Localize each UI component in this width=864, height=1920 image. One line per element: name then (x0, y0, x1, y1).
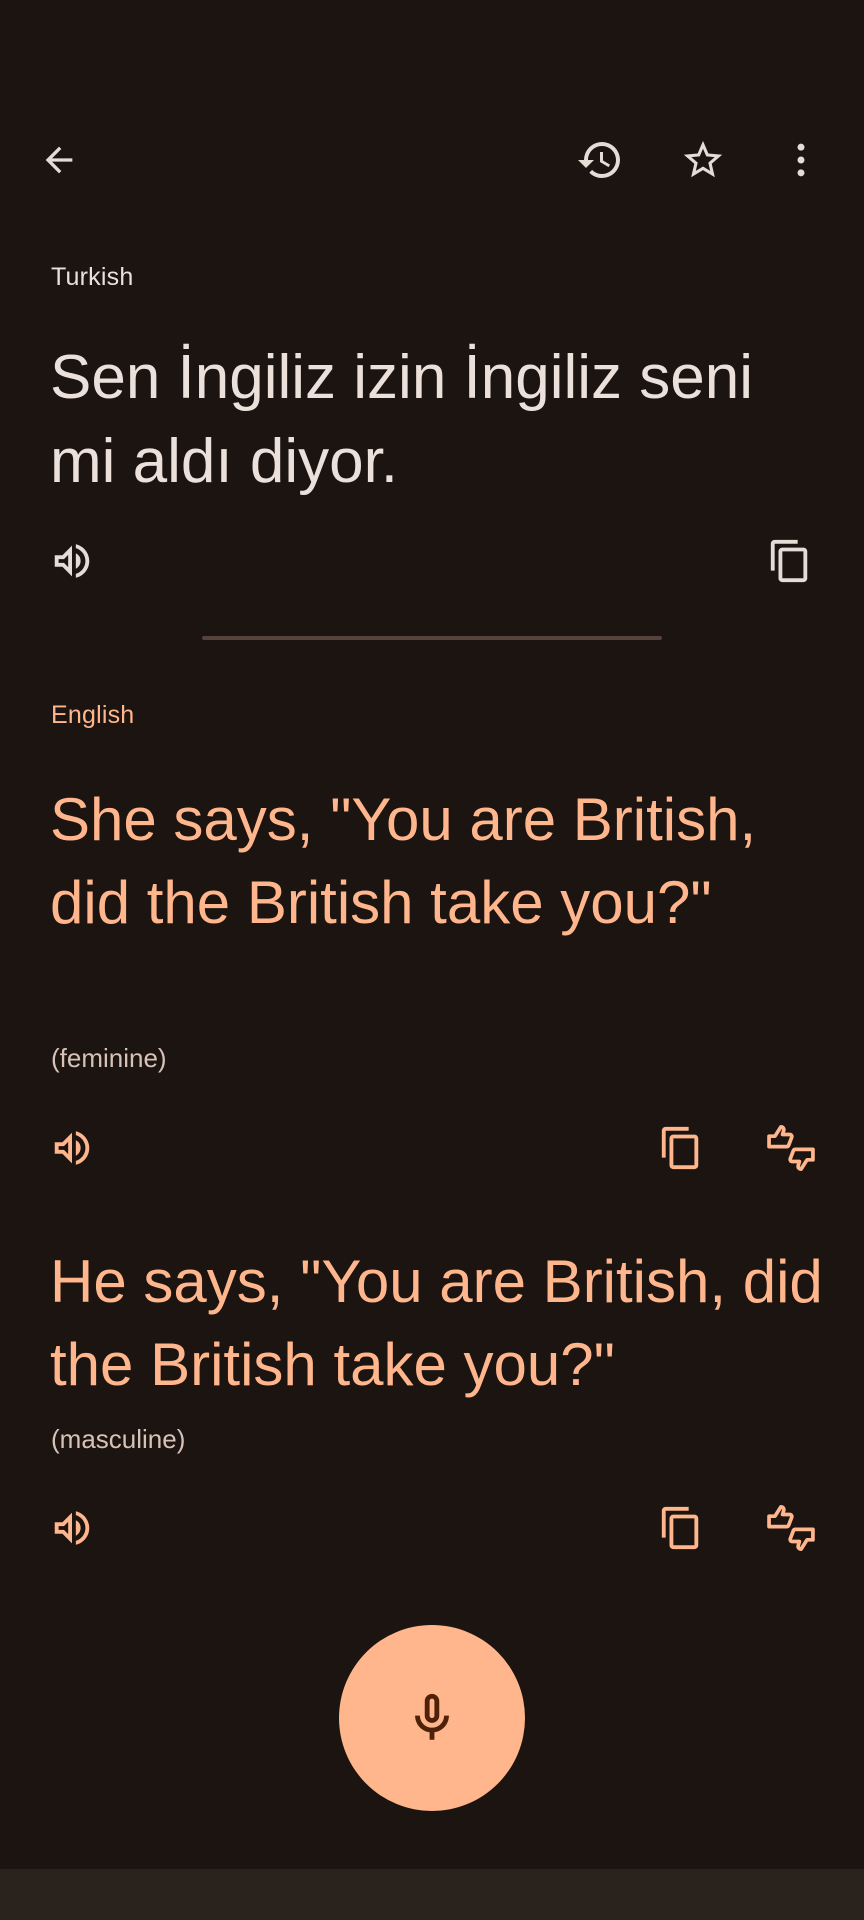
thumbs-up-down-icon (767, 1125, 815, 1171)
mic-icon (415, 1693, 449, 1740)
masculine-feedback-button[interactable] (759, 1496, 823, 1560)
history-button[interactable] (568, 128, 632, 192)
star-outline-icon (683, 140, 723, 178)
copy-icon (661, 1506, 699, 1550)
more-options-button[interactable] (769, 128, 833, 192)
target-language-label: English (51, 701, 135, 729)
translation-masculine-gender-label: (masculine) (51, 1424, 186, 1454)
masculine-speak-button[interactable] (40, 1496, 104, 1560)
copy-icon (770, 539, 808, 583)
more-vert-icon (797, 143, 805, 177)
back-button[interactable] (27, 128, 91, 192)
favorite-button[interactable] (671, 128, 735, 192)
feminine-copy-button[interactable] (649, 1116, 713, 1180)
system-navigation-bar (0, 1869, 864, 1920)
volume-icon (54, 544, 90, 578)
history-icon (578, 142, 620, 179)
thumbs-up-down-icon (767, 1505, 815, 1551)
volume-icon (54, 1511, 90, 1545)
microphone-button[interactable] (339, 1625, 525, 1811)
source-language-label: Turkish (51, 263, 134, 291)
source-text[interactable]: Sen İngiliz izin İngiliz seni mi aldı di… (50, 336, 830, 504)
section-divider (202, 636, 662, 640)
translation-feminine-text[interactable]: She says, "You are British, did the Brit… (50, 778, 840, 944)
source-speak-button[interactable] (40, 529, 104, 593)
copy-icon (661, 1126, 699, 1170)
source-copy-button[interactable] (758, 529, 822, 593)
translation-feminine-gender-label: (feminine) (51, 1043, 167, 1073)
translation-masculine-text[interactable]: He says, "You are British, did the Briti… (50, 1240, 840, 1406)
feminine-speak-button[interactable] (40, 1116, 104, 1180)
arrow-left-icon (45, 146, 73, 174)
feminine-feedback-button[interactable] (759, 1116, 823, 1180)
volume-icon (54, 1131, 90, 1165)
masculine-copy-button[interactable] (649, 1496, 713, 1560)
